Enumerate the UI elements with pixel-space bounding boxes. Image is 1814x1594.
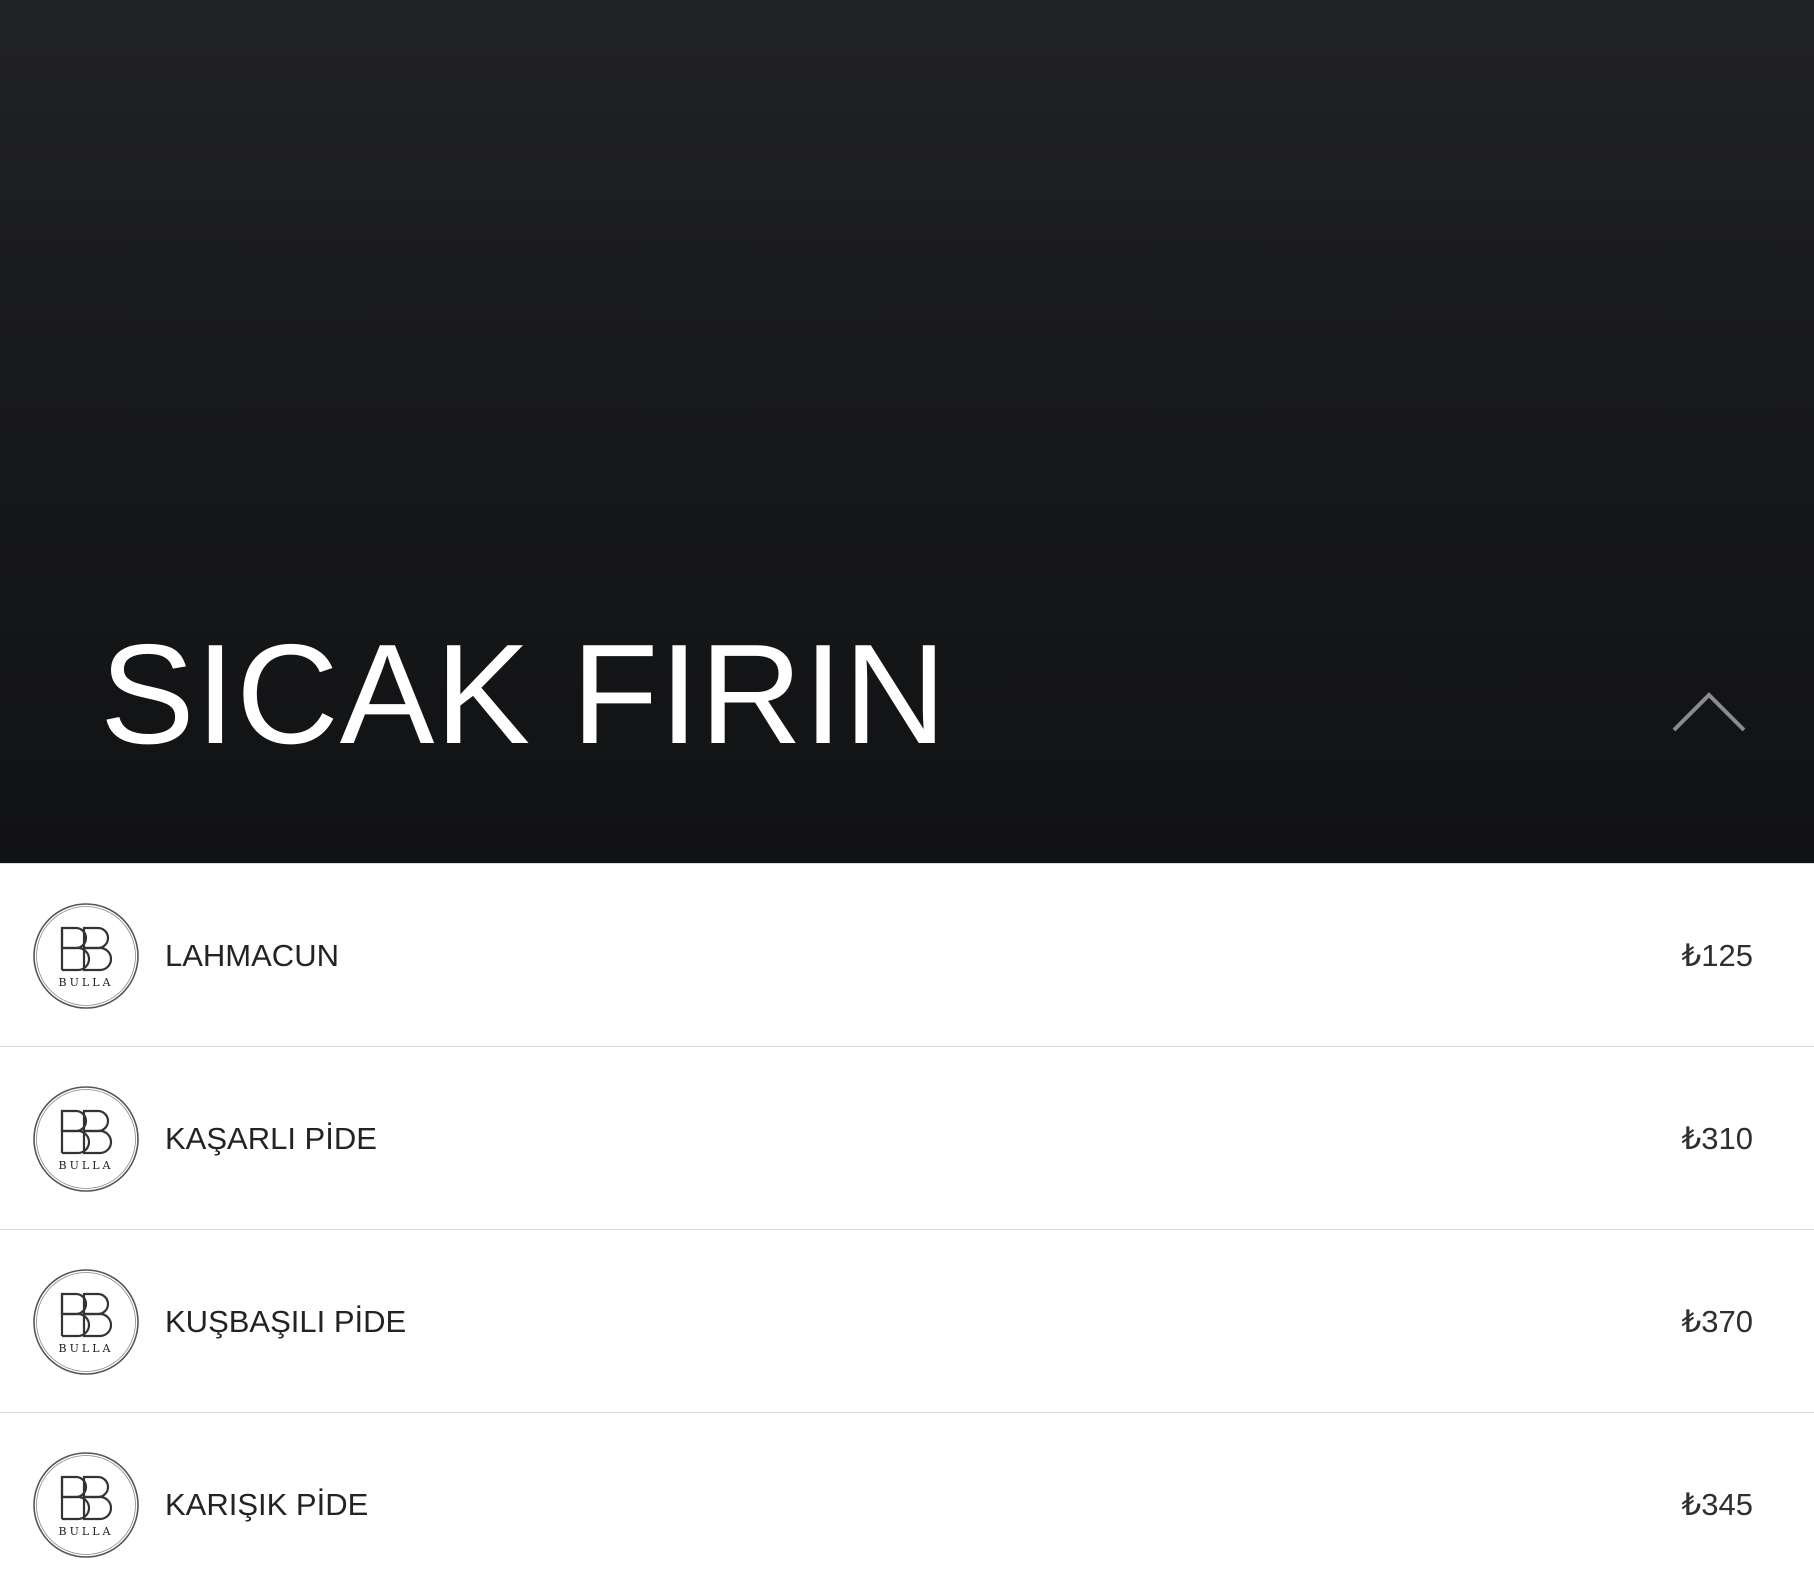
item-name: LAHMACUN — [165, 938, 339, 973]
svg-text:BULLA: BULLA — [59, 976, 114, 989]
item-price: ₺310 — [1681, 1121, 1753, 1156]
item-name: KARIŞIK PİDE — [165, 1487, 369, 1522]
category-header[interactable]: SICAK FIRIN — [0, 0, 1814, 863]
bulla-logo-icon: BULLA — [32, 902, 140, 1010]
menu-item[interactable]: BULLA KAŞARLI PİDE ₺310 — [0, 1046, 1814, 1229]
chevron-up-icon — [1672, 692, 1746, 732]
menu-item[interactable]: BULLA KUŞBAŞILI PİDE ₺370 — [0, 1229, 1814, 1412]
item-name: KAŞARLI PİDE — [165, 1121, 377, 1156]
svg-text:BULLA: BULLA — [59, 1159, 114, 1172]
bulla-logo-icon: BULLA — [32, 1268, 140, 1376]
menu-item[interactable]: BULLA LAHMACUN ₺125 — [0, 863, 1814, 1046]
menu-page: SICAK FIRIN BULLA LAHMACUN ₺125 BULLA KA… — [0, 0, 1814, 1594]
item-name: KUŞBAŞILI PİDE — [165, 1304, 407, 1339]
item-price: ₺125 — [1681, 938, 1753, 973]
bulla-logo-icon: BULLA — [32, 1451, 140, 1559]
svg-text:BULLA: BULLA — [59, 1525, 114, 1538]
menu-item[interactable]: BULLA KARIŞIK PİDE ₺345 — [0, 1412, 1814, 1594]
menu-item-list: BULLA LAHMACUN ₺125 BULLA KAŞARLI PİDE ₺… — [0, 863, 1814, 1594]
item-price: ₺345 — [1681, 1487, 1753, 1522]
item-price: ₺370 — [1681, 1304, 1753, 1339]
bulla-logo-icon: BULLA — [32, 1085, 140, 1193]
svg-text:BULLA: BULLA — [59, 1342, 114, 1355]
category-title: SICAK FIRIN — [100, 615, 948, 774]
collapse-toggle-button[interactable] — [1664, 682, 1754, 742]
